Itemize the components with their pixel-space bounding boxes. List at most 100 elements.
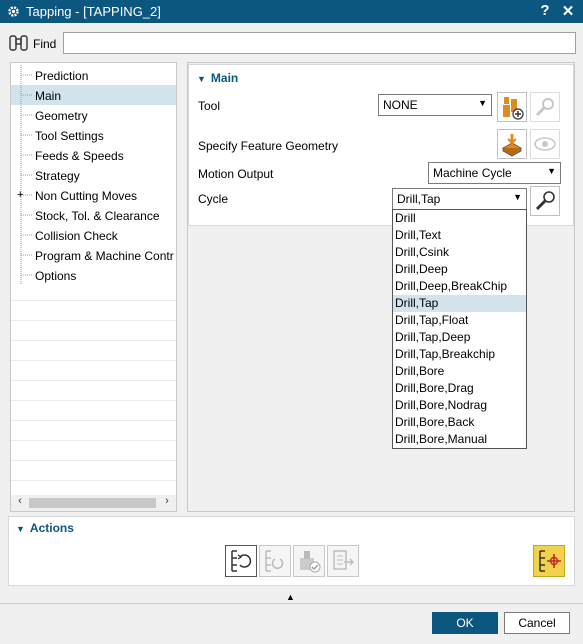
- cycle-option[interactable]: Drill,Tap: [393, 295, 526, 312]
- tree-item-feeds-speeds[interactable]: Feeds & Speeds: [11, 145, 176, 165]
- cycle-option[interactable]: Drill: [393, 210, 526, 227]
- cycle-option[interactable]: Drill,Tap,Deep: [393, 329, 526, 346]
- tree-connector: [18, 165, 32, 185]
- generate-icon: [231, 550, 252, 572]
- find-label: Find: [33, 37, 57, 51]
- tree-item-label: Options: [35, 269, 77, 283]
- tree-empty-row: [11, 400, 176, 401]
- chevron-down-icon: ▼: [547, 166, 556, 176]
- bottom-separator: [0, 603, 583, 604]
- tool-label: Tool: [198, 99, 221, 113]
- scroll-right-icon[interactable]: ›: [160, 495, 174, 507]
- tree-item-geometry[interactable]: Geometry: [11, 105, 176, 125]
- cycle-label: Cycle: [198, 192, 229, 206]
- feature-geometry-icon: [502, 134, 522, 157]
- tree-empty-row: [11, 300, 176, 301]
- path-icon: [539, 550, 561, 572]
- main-group-header[interactable]: ▼ Main: [197, 71, 238, 85]
- cycle-option[interactable]: Drill,Deep,BreakChip: [393, 278, 526, 295]
- cycle-option[interactable]: Drill,Tap,Breakchip: [393, 346, 526, 363]
- motion-output-select[interactable]: Machine Cycle ▼: [428, 162, 561, 184]
- tree-horizontal-scrollbar[interactable]: ‹ ›: [11, 495, 176, 511]
- wrench-disabled-icon: [535, 98, 554, 117]
- tree-item-label: Tool Settings: [35, 129, 104, 143]
- tool-select[interactable]: NONE ▼: [378, 94, 492, 116]
- generate-button[interactable]: [225, 545, 257, 577]
- tree-item-main[interactable]: Main: [11, 85, 176, 105]
- navigation-tree: Prediction Main Geometry Tool Settings Feeds…: [10, 62, 177, 512]
- tree-item-prediction[interactable]: Prediction: [11, 65, 176, 85]
- verify-button[interactable]: [293, 545, 325, 577]
- tree-item-non-cutting-moves[interactable]: + Non Cutting Moves: [11, 185, 176, 205]
- edit-tool-button[interactable]: [530, 92, 560, 122]
- tree-item-collision-check[interactable]: Collision Check: [11, 225, 176, 245]
- tree-item-label: Feeds & Speeds: [35, 149, 124, 163]
- tree-item-strategy[interactable]: Strategy: [11, 165, 176, 185]
- window-title: Tapping - [TAPPING_2]: [26, 4, 161, 19]
- collapse-triangle-icon: ▼: [197, 74, 206, 84]
- tree-item-label: Collision Check: [35, 229, 118, 243]
- cycle-select[interactable]: Drill,Tap ▼: [392, 188, 527, 210]
- cycle-option[interactable]: Drill,Bore: [393, 363, 526, 380]
- tree-empty-row: [11, 340, 176, 341]
- tool-select-value: NONE: [383, 98, 418, 112]
- feature-geometry-label: Specify Feature Geometry: [198, 139, 339, 153]
- cycle-option[interactable]: Drill,Deep: [393, 261, 526, 278]
- tree-connector: [18, 65, 32, 85]
- tree-item-program-machine-contr[interactable]: Program & Machine Contr: [11, 245, 176, 265]
- tree-item-tool-settings[interactable]: Tool Settings: [11, 125, 176, 145]
- eye-icon: [534, 137, 556, 151]
- cycle-option[interactable]: Drill,Csink: [393, 244, 526, 261]
- title-bar: Tapping - [TAPPING_2] ? ✕: [0, 0, 583, 23]
- wrench-icon: [535, 191, 555, 211]
- cycle-option[interactable]: Drill,Bore,Back: [393, 414, 526, 431]
- select-feature-geometry-button[interactable]: [497, 129, 527, 159]
- cycle-option[interactable]: Drill,Tap,Float: [393, 312, 526, 329]
- list-output-button[interactable]: [327, 545, 359, 577]
- help-button[interactable]: ?: [535, 2, 555, 19]
- tree-connector: [18, 125, 32, 145]
- ok-button[interactable]: OK: [432, 612, 498, 634]
- find-input[interactable]: [63, 32, 576, 54]
- edit-cycle-button[interactable]: [530, 186, 560, 216]
- close-button[interactable]: ✕: [558, 2, 578, 20]
- gear-icon: [6, 5, 20, 19]
- tree-connector: [18, 205, 32, 225]
- tree-item-label: Main: [35, 89, 62, 103]
- expand-plus-icon[interactable]: +: [17, 190, 23, 201]
- replay-icon: [265, 550, 284, 572]
- tree-item-label: Prediction: [35, 69, 89, 83]
- cycle-option[interactable]: Drill,Bore,Manual: [393, 431, 526, 448]
- tree-item-stock-tol-clearance[interactable]: Stock, Tol. & Clearance: [11, 205, 176, 225]
- motion-output-label: Motion Output: [198, 167, 274, 181]
- tree-item-label: Geometry: [35, 109, 88, 123]
- chevron-down-icon: ▼: [513, 192, 522, 202]
- motion-output-value: Machine Cycle: [433, 166, 512, 180]
- binoculars-icon[interactable]: [8, 33, 30, 53]
- show-path-button[interactable]: [533, 545, 565, 577]
- tree-empty-row: [11, 460, 176, 461]
- tree-empty-row: [11, 420, 176, 421]
- cycle-option[interactable]: Drill,Bore,Nodrag: [393, 397, 526, 414]
- collapse-up-icon[interactable]: ▲: [286, 592, 295, 602]
- replay-button[interactable]: [259, 545, 291, 577]
- find-bar: Find: [0, 28, 583, 60]
- tree-item-options[interactable]: Options: [11, 265, 176, 285]
- scrollbar-thumb[interactable]: [29, 498, 156, 508]
- cycle-option[interactable]: Drill,Bore,Drag: [393, 380, 526, 397]
- list-output-icon: [333, 550, 354, 570]
- cycle-option[interactable]: Drill,Text: [393, 227, 526, 244]
- new-tool-button[interactable]: [497, 92, 527, 122]
- scroll-left-icon[interactable]: ‹: [13, 495, 27, 507]
- main-group: ▼ Main Tool NONE ▼ Specify Feature Geometr…: [188, 64, 574, 226]
- cancel-button[interactable]: Cancel: [504, 612, 570, 634]
- actions-group-header[interactable]: ▼ Actions: [16, 521, 74, 535]
- chevron-down-icon: ▼: [478, 98, 487, 108]
- tree-empty-row: [11, 380, 176, 381]
- display-geometry-button[interactable]: [530, 129, 560, 159]
- tree-item-label: Non Cutting Moves: [35, 189, 138, 203]
- collapse-triangle-icon: ▼: [16, 524, 25, 534]
- tree-item-label: Strategy: [35, 169, 80, 183]
- tree-connector: [18, 85, 32, 105]
- cycle-select-value: Drill,Tap: [397, 192, 441, 206]
